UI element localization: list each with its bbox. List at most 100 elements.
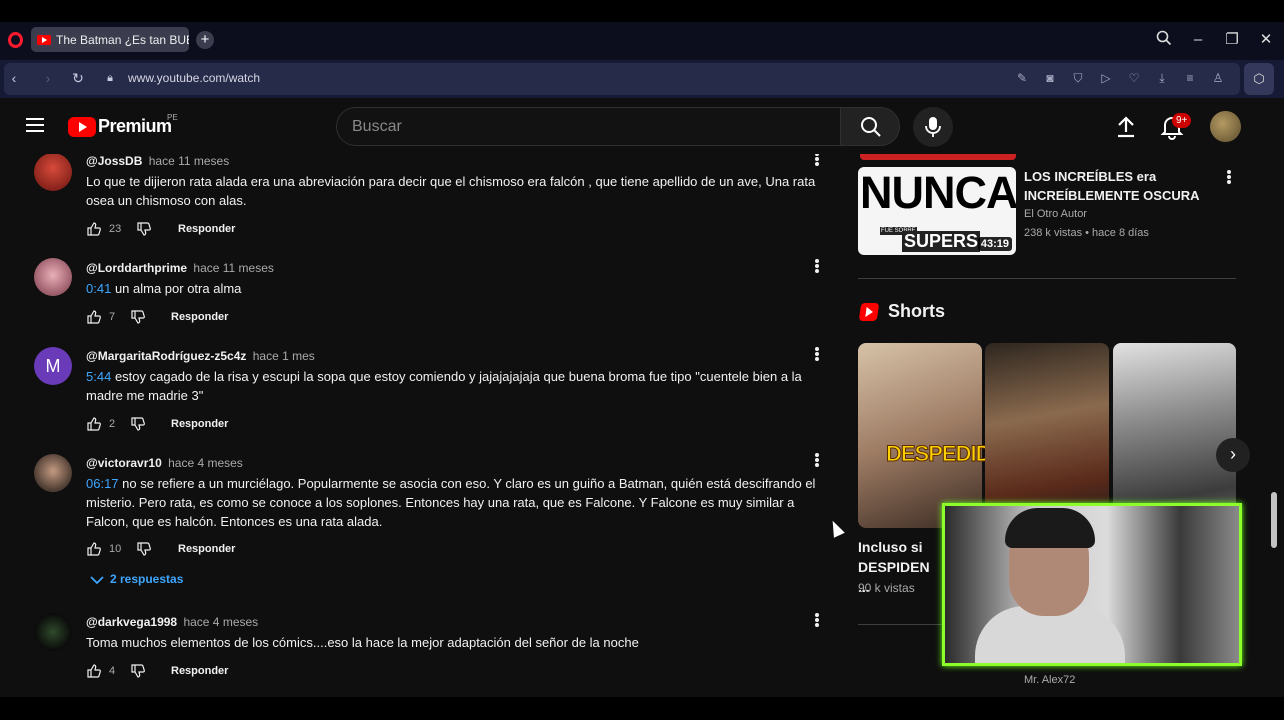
like-icon[interactable] xyxy=(86,221,102,237)
browser-search-icon[interactable] xyxy=(1154,30,1174,50)
comment-timestamp-link[interactable]: 06:17 xyxy=(86,476,119,491)
minimize-button[interactable]: – xyxy=(1188,30,1208,50)
dislike-icon[interactable] xyxy=(130,309,146,325)
shorts-next-button[interactable]: › xyxy=(1216,438,1250,472)
browser-titlebar xyxy=(0,22,1284,60)
comment-time[interactable]: hace 4 meses xyxy=(183,615,258,629)
like-icon[interactable] xyxy=(86,541,102,557)
comment-author[interactable]: @darkvega1998 xyxy=(86,615,177,629)
related-video-menu-icon[interactable] xyxy=(1226,170,1232,186)
comment-avatar[interactable] xyxy=(34,454,72,492)
comment-text: 0:41 un alma por otra alma xyxy=(86,279,826,298)
comment-avatar[interactable] xyxy=(34,258,72,296)
comment-author[interactable]: @JossDB xyxy=(86,154,142,168)
comment-header: @Lorddarthprime hace 11 meses xyxy=(86,261,274,275)
close-window-button[interactable]: ✕ xyxy=(1256,30,1276,50)
comment-time[interactable]: hace 1 mes xyxy=(253,349,315,363)
search-input[interactable]: Buscar xyxy=(336,107,841,146)
youtube-logo-icon[interactable] xyxy=(68,117,96,137)
comment-menu-icon[interactable] xyxy=(814,613,820,629)
comment-menu-icon[interactable] xyxy=(814,453,820,469)
comment-time[interactable]: hace 11 meses xyxy=(149,154,230,168)
dislike-icon[interactable] xyxy=(130,663,146,679)
like-icon[interactable] xyxy=(86,416,102,432)
like-count: 7 xyxy=(109,311,116,323)
comment-time[interactable]: hace 11 meses xyxy=(193,261,274,275)
dislike-icon[interactable] xyxy=(136,541,152,557)
shorts-logo-icon xyxy=(858,303,880,321)
like-count: 23 xyxy=(109,223,122,235)
comment-text: 06:17 no se refiere a un murciélago. Pop… xyxy=(86,474,826,531)
comment-author[interactable]: @Lorddarthprime xyxy=(86,261,187,275)
comment-author[interactable]: @victoravr10 xyxy=(86,456,162,470)
search-button[interactable] xyxy=(840,107,900,146)
edit-icon[interactable]: ✎ xyxy=(1012,68,1032,88)
webcam-person-hair xyxy=(1005,508,1095,548)
browser-tab[interactable]: The Batman ¿Es tan BUEN xyxy=(31,27,189,52)
reload-button[interactable]: ↻ xyxy=(68,68,88,88)
comment-timestamp-link[interactable]: 5:44 xyxy=(86,369,111,384)
comment-avatar[interactable] xyxy=(34,153,72,191)
hamburger-menu-icon[interactable] xyxy=(26,118,44,132)
lock-icon[interactable]: 🔒︎ xyxy=(100,68,120,88)
comment-timestamp-link[interactable]: 0:41 xyxy=(86,281,111,296)
url-text[interactable]: www.youtube.com/watch xyxy=(128,71,260,85)
profile-icon[interactable]: ♙ xyxy=(1208,68,1228,88)
back-button[interactable]: ‹ xyxy=(4,68,24,88)
related-video-meta: 238 k vistas • hace 8 días xyxy=(1024,227,1149,239)
short-thumbnail[interactable] xyxy=(985,343,1109,528)
comment-avatar[interactable] xyxy=(34,613,72,651)
comment-menu-icon[interactable] xyxy=(814,152,820,168)
shorts-heading: Shorts xyxy=(888,301,946,321)
send-icon[interactable]: ▷ xyxy=(1096,68,1116,88)
replies-count-label: 2 respuestas xyxy=(110,572,184,586)
menu-lines-icon[interactable]: ≡ xyxy=(1180,68,1200,88)
comment-text-content: estoy cagado de la risa y escupi la sopa… xyxy=(86,369,802,403)
upload-icon xyxy=(1118,116,1134,138)
related-video-channel[interactable]: El Otro Autor xyxy=(1024,208,1087,220)
voice-search-button[interactable] xyxy=(913,107,953,147)
upload-button[interactable] xyxy=(1113,114,1139,140)
reply-button[interactable]: Responder xyxy=(171,665,228,677)
dislike-icon[interactable] xyxy=(136,221,152,237)
comment-time[interactable]: hace 4 meses xyxy=(168,456,243,470)
short-thumbnail[interactable] xyxy=(1113,343,1236,528)
comment-text: Lo que te dijieron rata alada era una ab… xyxy=(86,174,816,208)
like-icon[interactable] xyxy=(86,663,102,679)
region-code: PE xyxy=(167,113,178,122)
extensions-icon[interactable]: ⬡ xyxy=(1244,63,1274,95)
thumbnail-subtext: SUPERS xyxy=(902,231,981,252)
camera-icon[interactable]: ◙ xyxy=(1040,68,1060,88)
channel-name-below-webcam[interactable]: Mr. Alex72 xyxy=(1024,674,1075,686)
reply-button[interactable]: Responder xyxy=(171,418,228,430)
comment-menu-icon[interactable] xyxy=(814,259,820,275)
chevron-down-icon xyxy=(90,576,104,585)
restore-button[interactable]: ❐ xyxy=(1222,30,1242,50)
reply-button[interactable]: Responder xyxy=(171,311,228,323)
reply-button[interactable]: Responder xyxy=(178,223,235,235)
notification-badge: 9+ xyxy=(1172,113,1192,128)
search-icon xyxy=(861,117,881,137)
tab-title: The Batman ¿Es tan BUEN xyxy=(56,32,189,47)
comment-menu-icon[interactable] xyxy=(814,347,820,363)
comment-avatar[interactable]: M xyxy=(34,347,72,385)
page-scrollbar[interactable] xyxy=(1271,492,1277,548)
opera-logo-icon[interactable] xyxy=(8,32,23,48)
youtube-logo-text[interactable]: Premium xyxy=(98,116,172,137)
new-tab-button[interactable]: + xyxy=(196,31,214,49)
shield-icon[interactable]: ⛉ xyxy=(1068,68,1088,88)
reply-button[interactable]: Responder xyxy=(178,543,235,555)
download-icon[interactable]: ⤓ xyxy=(1152,68,1172,88)
like-icon[interactable] xyxy=(86,309,102,325)
related-video-thumbnail[interactable]: NUNCA FUE SOBRE SUPERS 43:19 xyxy=(858,167,1016,255)
heart-icon[interactable]: ♡ xyxy=(1124,68,1144,88)
short-thumbnail[interactable] xyxy=(858,343,982,528)
comment-author[interactable]: @MargaritaRodríguez-z5c4z xyxy=(86,349,246,363)
related-video-title[interactable]: LOS INCREÍBLES era INCREÍBLEMENTE OSCURA xyxy=(1024,167,1204,205)
like-count: 10 xyxy=(109,543,122,555)
dislike-icon[interactable] xyxy=(130,416,146,432)
show-replies-button[interactable]: 2 respuestas xyxy=(90,572,183,586)
forward-button[interactable]: › xyxy=(38,68,58,88)
previous-related-thumb-edge[interactable] xyxy=(860,154,1016,160)
account-avatar[interactable] xyxy=(1210,111,1241,142)
